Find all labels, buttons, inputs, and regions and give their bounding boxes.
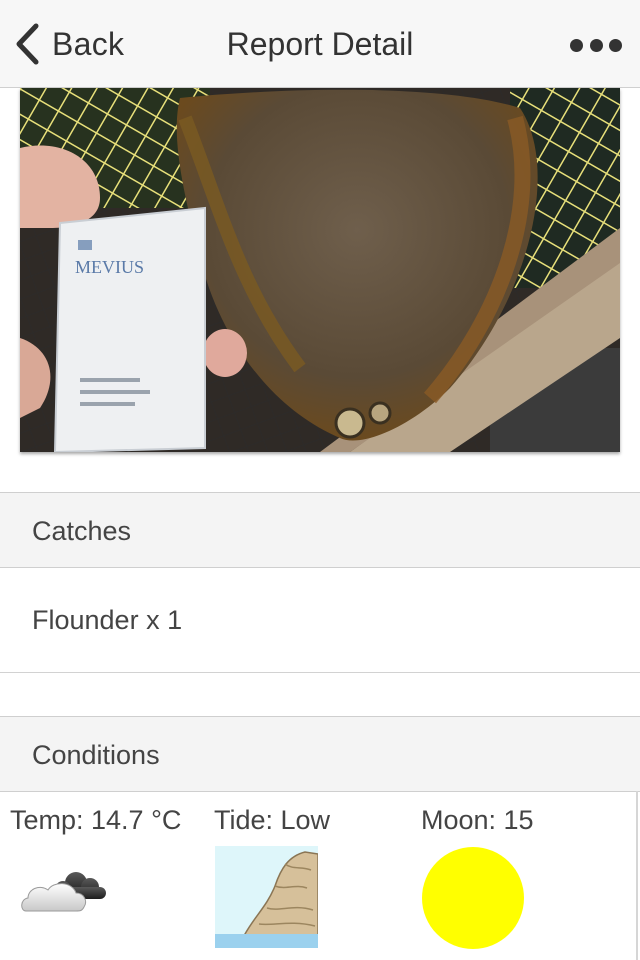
back-label: Back — [52, 25, 125, 62]
cloudy-icon — [21, 872, 106, 912]
back-button[interactable]: Back — [14, 22, 124, 66]
low-tide-icon — [215, 846, 318, 948]
more-options-button[interactable] — [570, 30, 622, 60]
moon-label: Moon: 15 — [421, 805, 534, 835]
catches-header-label: Catches — [32, 516, 132, 546]
temperature-label: Temp: 14.7 °C — [10, 805, 182, 835]
tide-label: Tide: Low — [214, 805, 331, 835]
navigation-bar: Back Report Detail — [0, 0, 640, 88]
conditions-section-header: Conditions — [0, 716, 640, 792]
svg-text:MEVIUS: MEVIUS — [75, 257, 144, 277]
catch-list-item[interactable]: Flounder x 1 — [0, 567, 640, 673]
catches-section-header: Catches — [0, 492, 640, 568]
catch-photo[interactable]: MEVIUS — [20, 88, 620, 452]
full-moon-icon — [422, 847, 524, 949]
more-dot — [570, 38, 583, 52]
catch-item-label: Flounder x 1 — [32, 605, 183, 635]
more-dot — [609, 38, 622, 52]
conditions-panel: Temp: 14.7 °C Tide: Low Moon: 15 — [0, 791, 638, 960]
chevron-left-icon — [16, 23, 39, 65]
conditions-header-label: Conditions — [32, 740, 160, 770]
catch-photo-image: MEVIUS — [20, 88, 620, 452]
more-dot — [589, 38, 603, 52]
